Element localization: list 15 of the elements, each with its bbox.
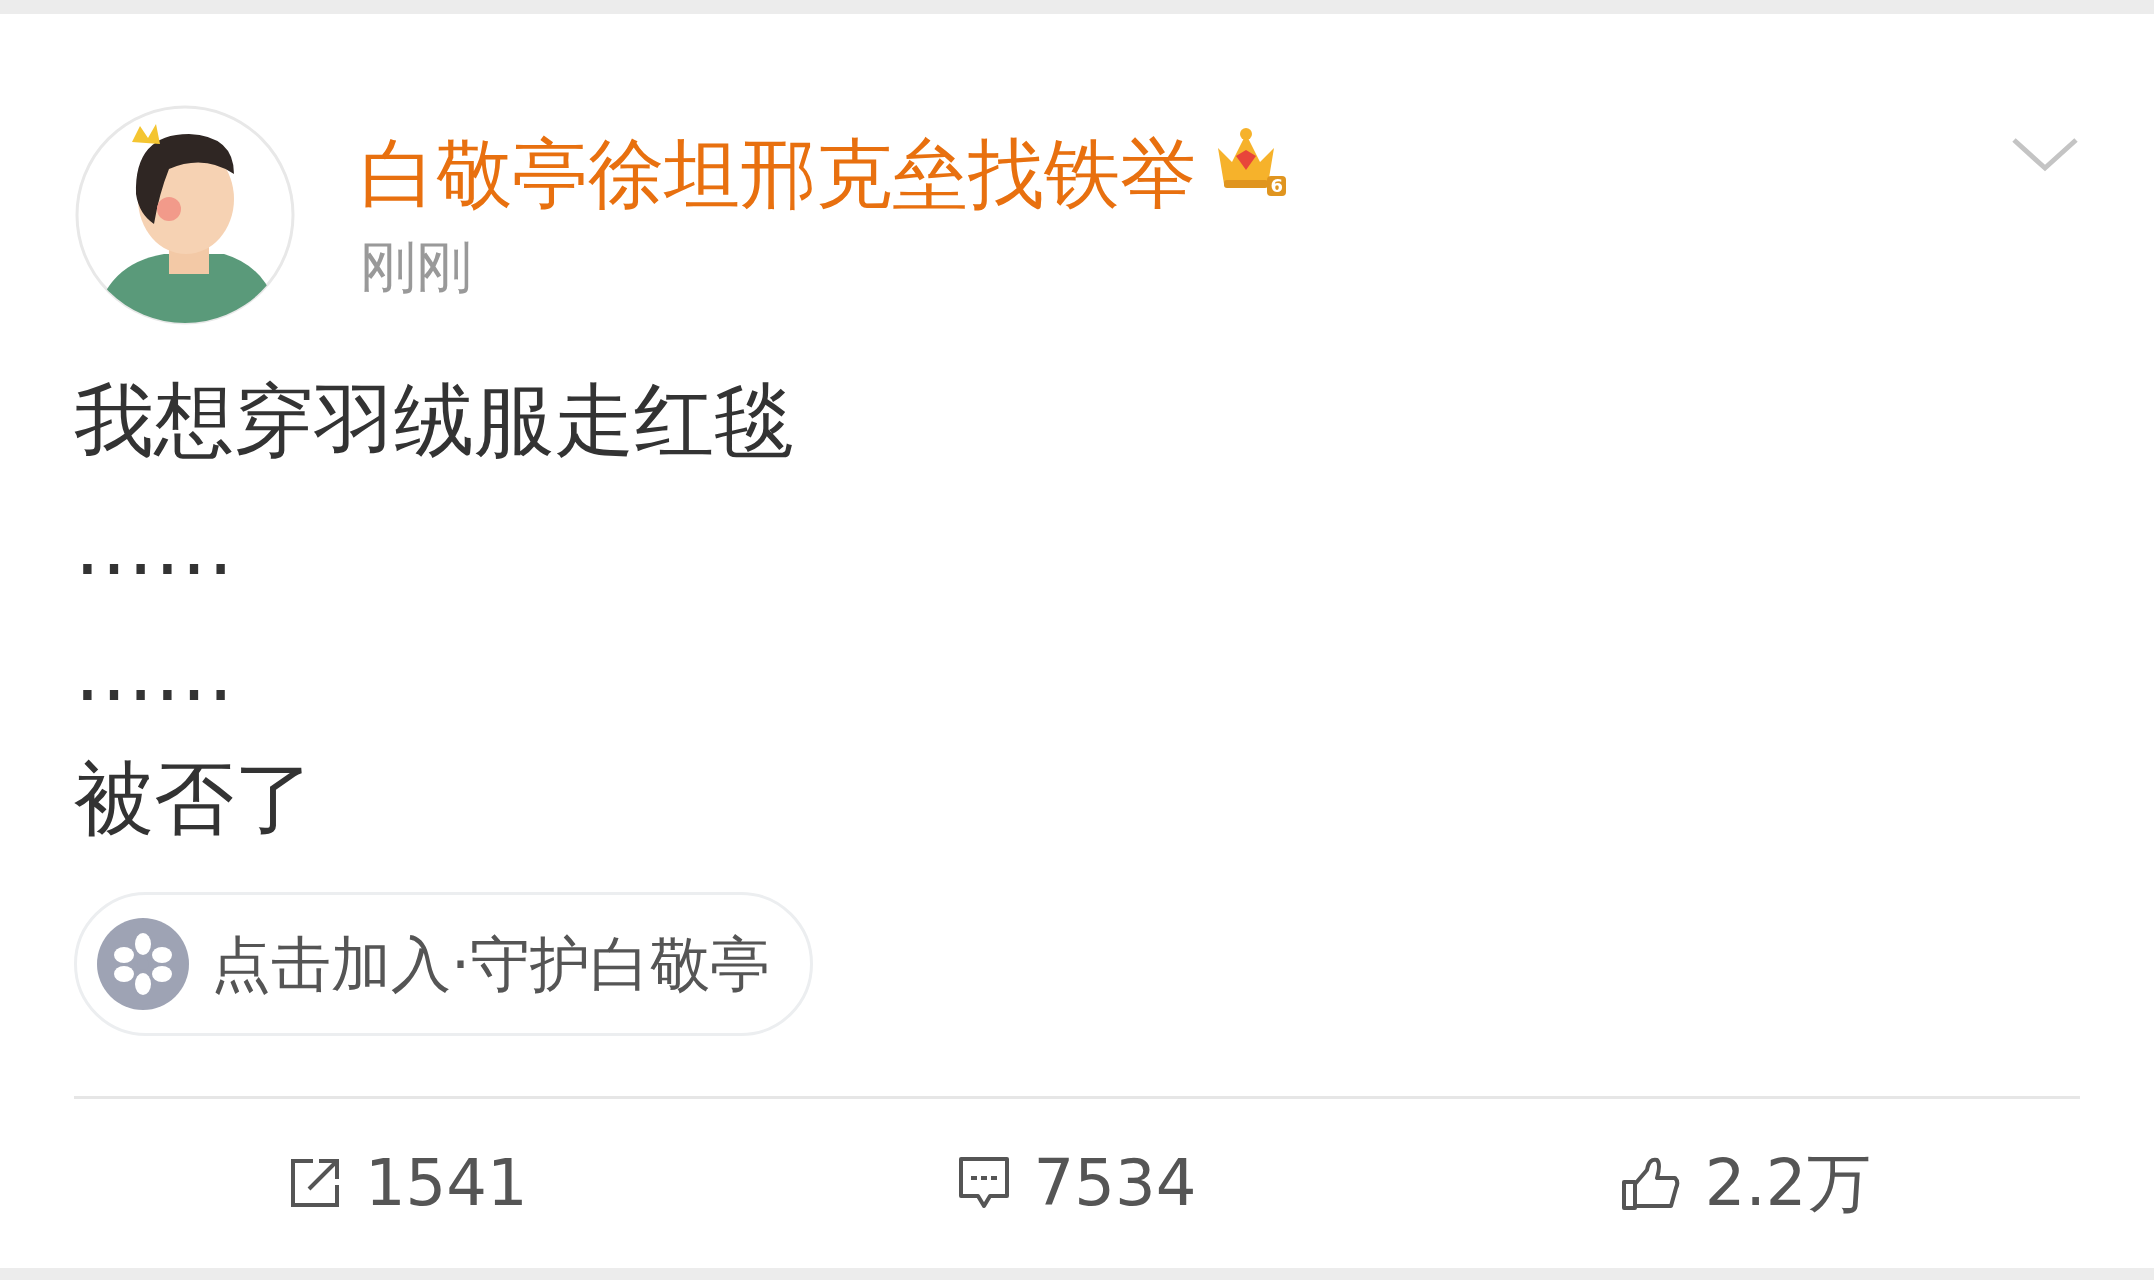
like-button[interactable]: 2.2万 bbox=[1411, 1135, 2080, 1232]
post-text: 被否了 bbox=[74, 750, 315, 847]
post-time: 刚刚 bbox=[360, 233, 473, 301]
share-icon bbox=[288, 1157, 341, 1210]
supertopic-button[interactable]: 点击加入·守护白敬亭 bbox=[74, 891, 814, 1036]
comment-button[interactable]: 7534 bbox=[742, 1135, 1412, 1232]
thumbs-up-icon bbox=[1620, 1156, 1681, 1211]
avatar[interactable] bbox=[74, 104, 296, 326]
post-text: 我想穿羽绒服走红毯 bbox=[74, 372, 795, 469]
comment-icon bbox=[957, 1156, 1010, 1211]
post-text: …… bbox=[74, 498, 235, 595]
post-text: …… bbox=[74, 624, 235, 721]
level-badge: 6 bbox=[1267, 175, 1286, 196]
flower-icon bbox=[97, 917, 189, 1010]
repost-button[interactable]: 1541 bbox=[74, 1135, 743, 1232]
